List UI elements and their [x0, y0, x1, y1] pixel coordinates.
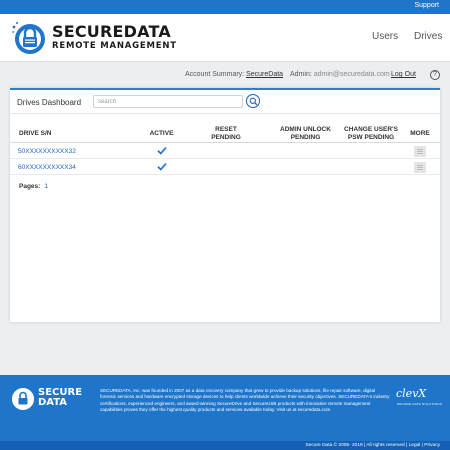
- card-divider: [10, 113, 440, 114]
- account-summary-bar: Account Summary: SecureData Admin: admin…: [0, 71, 450, 83]
- brand-title: SECUREDATA: [52, 22, 171, 41]
- support-link[interactable]: Support: [414, 2, 439, 9]
- drive-sn-link[interactable]: 50XXXXXXXXXX32: [18, 148, 76, 155]
- admin-info: Admin: admin@securedata.com: [290, 71, 390, 78]
- brand-name: SECUREDATA REMOTE MANAGEMENT: [52, 22, 177, 52]
- nav-drives[interactable]: Drives: [414, 31, 442, 42]
- search-input[interactable]: [93, 95, 243, 108]
- active-check-icon: [157, 163, 167, 171]
- column-reset-pending[interactable]: RESET PENDING: [206, 126, 246, 142]
- clevx-tagline: SECURE DATA SOLUTIONS: [397, 402, 443, 406]
- page-1-link[interactable]: 1: [44, 183, 48, 190]
- search-icon: [249, 97, 258, 106]
- securedata-lock-logo-icon: [12, 22, 45, 54]
- brand-subtitle: REMOTE MANAGEMENT: [52, 41, 177, 51]
- admin-email: admin@securedata.com: [313, 71, 390, 78]
- drive-sn-link[interactable]: 60XXXXXXXXXX34: [18, 164, 76, 171]
- help-icon[interactable]: ?: [430, 70, 440, 80]
- footer-lock-logo-icon: [12, 388, 34, 410]
- dashboard-title: Drives Dashboard: [17, 98, 82, 107]
- active-check-icon: [157, 147, 167, 155]
- table-row: 60XXXXXXXXXX34: [10, 159, 440, 175]
- copyright-text: Secure Data © 2005- 2019 | All rights re…: [305, 443, 440, 448]
- copyright-bar: Secure Data © 2005- 2019 | All rights re…: [0, 441, 450, 450]
- pagination: Pages: 1: [19, 183, 48, 190]
- column-drive-sn[interactable]: DRIVE S/N: [19, 130, 52, 138]
- column-more: MORE: [410, 130, 430, 137]
- nav-users[interactable]: Users: [372, 31, 398, 42]
- footer-brand: SECURE DATA: [38, 387, 83, 408]
- table-row: 50XXXXXXXXXX32: [10, 143, 440, 159]
- account-summary: Account Summary: SecureData: [185, 71, 284, 78]
- more-menu-icon[interactable]: [414, 162, 426, 173]
- column-change-psw-pending[interactable]: CHANGE USER'S PSW PENDING: [340, 126, 402, 142]
- footer-about-text: SECUREDATA, Inc. was founded in 2007 as …: [100, 388, 390, 412]
- column-admin-unlock-pending[interactable]: ADMIN UNLOCK PENDING: [268, 126, 343, 142]
- drives-dashboard-card: Drives Dashboard DRIVE S/N ACTIVE RESETP…: [10, 88, 440, 322]
- search-button[interactable]: [246, 94, 260, 108]
- header: SECUREDATA REMOTE MANAGEMENT Users Drive…: [0, 14, 450, 62]
- column-active[interactable]: ACTIVE: [144, 130, 179, 138]
- top-bar: Support: [0, 0, 450, 14]
- more-menu-icon[interactable]: [414, 146, 426, 157]
- footer: SECURE DATA SECUREDATA, Inc. was founded…: [0, 375, 450, 441]
- account-link[interactable]: SecureData: [246, 71, 283, 78]
- logout-link[interactable]: Log Out: [391, 71, 416, 78]
- clevx-logo: clevX: [396, 387, 427, 400]
